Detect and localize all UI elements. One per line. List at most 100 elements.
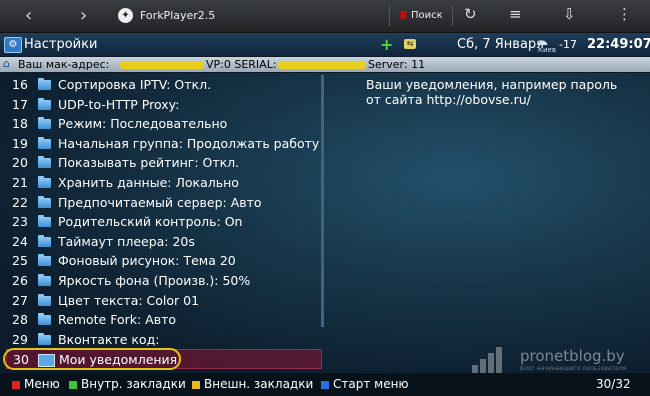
folder-icon [38,332,51,345]
more-options-icon[interactable]: ⋮ [617,5,632,23]
item-number: 18 [12,116,28,132]
red-key-icon [12,381,20,389]
folder-icon [38,273,51,286]
page-counter: 30/32 [596,377,631,391]
folder-icon [38,215,51,228]
item-label: Сортировка IPTV: Откл. [58,77,212,92]
item-label: Хранить данные: Локально [58,174,239,190]
settings-item[interactable]: 19 Начальная группа: Продолжать работу с [6,134,322,154]
item-number: 22 [12,194,28,210]
settings-icon: ⚙ [4,37,22,53]
forkplayer-logo-icon: ✦ [118,8,133,23]
main-panel: 16 Сортировка IPTV: Откл. 17 UDP-to-HTTP Pr… [0,73,650,373]
hint-external-bookmarks[interactable]: Внешн. закладки [204,373,313,396]
home-icon[interactable]: ⌂ [3,58,15,70]
item-label: Фоновый рисунок: Тема 20 [58,253,236,269]
settings-item[interactable]: 27 Цвет текста: Color 01 [6,291,322,311]
item-number: 26 [12,272,28,288]
temperature: -17 [559,38,577,51]
app-title-bar: ⚙ Настройки + ⇆ Сб, 7 Января ☁ Киев -17 … [0,33,650,56]
yellow-key-icon [192,381,200,389]
item-number: 23 [12,214,28,230]
settings-item[interactable]: 18 Режим: Последовательно [6,114,322,134]
folder-icon [38,254,51,267]
watermark-brand: pronetblog.by [520,347,625,365]
settings-item[interactable]: 21 Хранить данные: Локально [6,173,322,193]
item-number: 25 [12,253,28,269]
folder-icon [38,234,51,247]
mac-address-bar: ⌂ Ваш мак-адрес: VP:0 SERIAL: Server: 11 [0,57,650,72]
item-number: 27 [12,292,28,308]
item-label: Мои уведомления [59,352,178,368]
envelope-icon [38,354,55,368]
item-number: 16 [12,77,28,92]
bottom-hint-bar: Меню Внутр. закладки Внешн. закладки Ста… [0,373,650,396]
browser-toolbar: ‹ › ✦ ForkPlayer2.5 Я Поиск ↻ ≡ ⇩ ⋮ [0,0,650,33]
page-title: Настройки [24,37,98,52]
clock: 22:49:07 [587,37,650,52]
divider [389,6,390,26]
item-label: Родительский контроль: On [58,214,243,230]
date-display: Сб, 7 Января [457,37,544,52]
settings-item[interactable]: 29 Вконтакте код: [6,330,322,350]
back-button[interactable]: ‹ [25,5,32,26]
folder-icon [38,78,51,90]
forward-button[interactable]: › [80,5,87,26]
settings-item[interactable]: 24 Таймаут плеера: 20s [6,232,322,252]
item-number: 19 [12,135,28,151]
yandex-icon[interactable]: Я [399,9,407,22]
folder-icon [38,175,51,188]
blue-key-icon [321,381,329,389]
item-label: Яркость фона (Произв.): 50% [58,272,251,288]
settings-item[interactable]: 16 Сортировка IPTV: Откл. [6,75,322,95]
folder-icon [38,195,51,208]
folder-icon [38,156,51,169]
folder-icon [38,97,51,110]
watermark-logo-icon [472,347,512,373]
browser-tab-title: ForkPlayer2.5 [140,9,216,22]
item-number: 29 [12,331,28,347]
redaction-mark [278,61,366,69]
hint-internal-bookmarks[interactable]: Внутр. закладки [81,373,186,396]
server-label: Server: 11 [368,58,426,71]
item-label: Показывать рейтинг: Откл. [58,155,240,171]
settings-item[interactable]: 26 Яркость фона (Произв.): 50% [6,271,322,291]
divider [452,6,453,26]
settings-item[interactable]: 25 Фоновый рисунок: Тема 20 [6,251,322,271]
item-number: 30 [13,352,29,368]
watermark: pronetblog.by Блог начинающего пользоват… [472,344,642,373]
download-icon[interactable]: ⇩ [563,5,576,23]
settings-item[interactable]: 17 UDP-to-HTTP Proxy: [6,95,322,115]
refresh-icon[interactable]: ↻ [464,5,477,23]
item-description: Ваши уведомления, например пароль от сай… [366,77,618,107]
item-label: UDP-to-HTTP Proxy: [58,96,180,112]
item-number: 17 [12,96,28,112]
settings-item[interactable]: 20 Показывать рейтинг: Откл. [6,153,322,173]
settings-item[interactable]: 28 Remote Fork: Авто [6,310,322,330]
settings-item[interactable]: 22 Предпочитаемый сервер: Авто [6,193,322,213]
scrollbar[interactable] [321,75,324,327]
weather-city: Киев [538,46,556,54]
watermark-tagline: Блог начинающего пользователя [520,365,627,372]
item-label: Таймаут плеера: 20s [58,233,195,249]
folder-icon [38,313,51,326]
hint-menu[interactable]: Меню [24,373,60,396]
menu-icon[interactable]: ≡ [509,5,522,23]
item-label: Remote Fork: Авто [58,312,177,328]
item-label: Цвет текста: Color 01 [58,292,200,308]
settings-item-notifications[interactable]: 30 Мои уведомления [6,349,322,369]
mac-address-label: Ваш мак-адрес: [18,58,110,71]
green-key-icon [69,381,77,389]
search-button[interactable]: Поиск [411,10,443,21]
vp-serial-label: VP:0 SERIAL: [206,58,277,71]
item-number: 21 [12,174,28,190]
exit-icon[interactable]: ⇆ [404,39,416,49]
item-number: 20 [12,155,28,171]
item-label: Предпочитаемый сервер: Авто [58,194,262,210]
add-button[interactable]: + [380,35,393,54]
folder-icon [38,293,51,306]
settings-item[interactable]: 23 Родительский контроль: On [6,212,322,232]
item-number: 24 [12,233,28,249]
hint-start-menu[interactable]: Старт меню [333,373,409,396]
item-label: Начальная группа: Продолжать работу с [58,135,322,151]
